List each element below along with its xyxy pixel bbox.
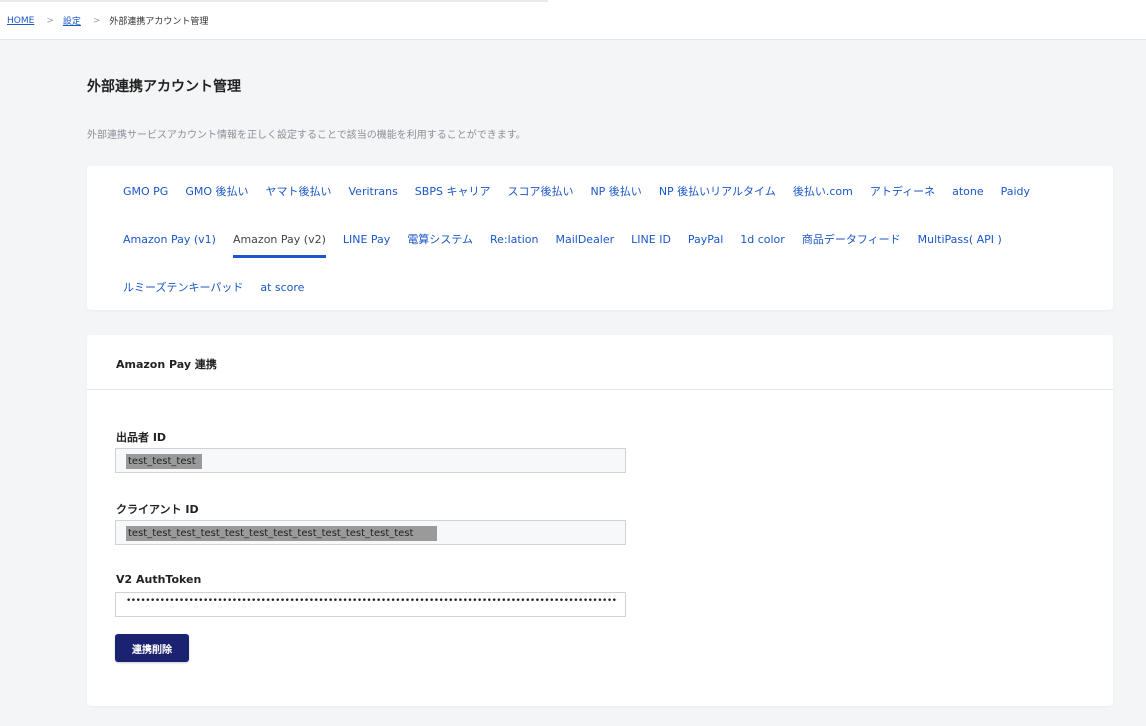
seller-id-field[interactable]: test_test_test [115, 448, 626, 473]
breadcrumb-separator: > [92, 15, 101, 26]
amazon-pay-form-card: Amazon Pay 連携 出品者 ID test_test_test クライア… [87, 335, 1113, 706]
form-header: Amazon Pay 連携 [87, 335, 1113, 390]
tab-atone[interactable]: atone [952, 185, 984, 199]
top-progress-line [0, 0, 548, 2]
breadcrumb-separator: > [46, 15, 54, 26]
page-description: 外部連携サービスアカウント情報を正しく設定することで該当の機能を利用することがで… [87, 130, 526, 141]
tab-yamato-atobarai[interactable]: ヤマト後払い [266, 185, 332, 199]
top-bar: HOME > 設定 > 外部連携アカウント管理 [0, 0, 1146, 40]
delete-integration-button[interactable]: 連携削除 [115, 634, 189, 662]
tab-row: Amazon Pay (v1) Amazon Pay (v2) LINE Pay… [123, 233, 1019, 258]
tab-amazon-pay-v1[interactable]: Amazon Pay (v1) [123, 233, 216, 247]
tab-atodene[interactable]: アトディーネ [870, 185, 935, 199]
client-id-value: test_test_test_test_test_test_test_test_… [126, 526, 438, 541]
client-id-field[interactable]: test_test_test_test_test_test_test_test_… [115, 520, 626, 545]
tab-np-atobarai[interactable]: NP 後払い [590, 185, 641, 199]
tab-multipass-api[interactable]: MultiPass( API ) [918, 233, 1002, 247]
tab-product-data-feed[interactable]: 商品データフィード [802, 233, 901, 247]
tab-score-atobarai[interactable]: スコア後払い [507, 185, 573, 199]
tab-amazon-pay-v2[interactable]: Amazon Pay (v2) [232, 233, 326, 258]
tab-atobarai-com[interactable]: 後払い.com [793, 185, 853, 199]
client-id-label: クライアント ID [116, 503, 199, 516]
tab-relation[interactable]: Re:lation [490, 233, 539, 247]
tab-row: ルミーズテンキーパッド at score [123, 281, 321, 295]
seller-id-value: test_test_test [126, 454, 202, 469]
tab-remise-tenkey-pad[interactable]: ルミーズテンキーパッド [123, 281, 243, 295]
breadcrumb-current: 外部連携アカウント管理 [109, 17, 209, 27]
integration-tabs-card: GMO PG GMO 後払い ヤマト後払い Veritrans SBPS キャリ… [87, 166, 1113, 310]
tab-at-score[interactable]: at score [260, 281, 304, 295]
seller-id-label: 出品者 ID [116, 431, 167, 444]
auth-token-value: ••••••••••••••••••••••••••••••••••••••••… [126, 596, 618, 606]
tab-line-id[interactable]: LINE ID [631, 233, 671, 247]
tab-paypal[interactable]: PayPal [688, 233, 723, 247]
breadcrumb-settings-link[interactable]: 設定 [63, 14, 81, 27]
tab-veritrans[interactable]: Veritrans [349, 185, 398, 199]
tab-sbps-carrier[interactable]: SBPS キャリア [415, 185, 491, 199]
tab-gmo-pg[interactable]: GMO PG [123, 185, 168, 199]
page-title: 外部連携アカウント管理 [87, 79, 241, 95]
breadcrumb: HOME > 設定 > 外部連携アカウント管理 [7, 14, 209, 28]
tab-row: GMO PG GMO 後払い ヤマト後払い Veritrans SBPS キャリ… [123, 185, 1047, 199]
auth-token-field[interactable]: ••••••••••••••••••••••••••••••••••••••••… [115, 592, 626, 617]
auth-token-label: V2 AuthToken [116, 573, 202, 586]
tab-gmo-atobarai[interactable]: GMO 後払い [185, 185, 248, 199]
tab-np-atobarai-realtime[interactable]: NP 後払いリアルタイム [659, 185, 776, 199]
breadcrumb-home-link[interactable]: HOME [7, 16, 34, 26]
tab-densan-system[interactable]: 電算システム [407, 233, 473, 247]
tab-paidy[interactable]: Paidy [1001, 185, 1030, 199]
form-title: Amazon Pay 連携 [116, 358, 217, 371]
tab-1d-color[interactable]: 1d color [740, 233, 785, 247]
tab-line-pay[interactable]: LINE Pay [343, 233, 390, 247]
tab-maildealer[interactable]: MailDealer [555, 233, 614, 247]
